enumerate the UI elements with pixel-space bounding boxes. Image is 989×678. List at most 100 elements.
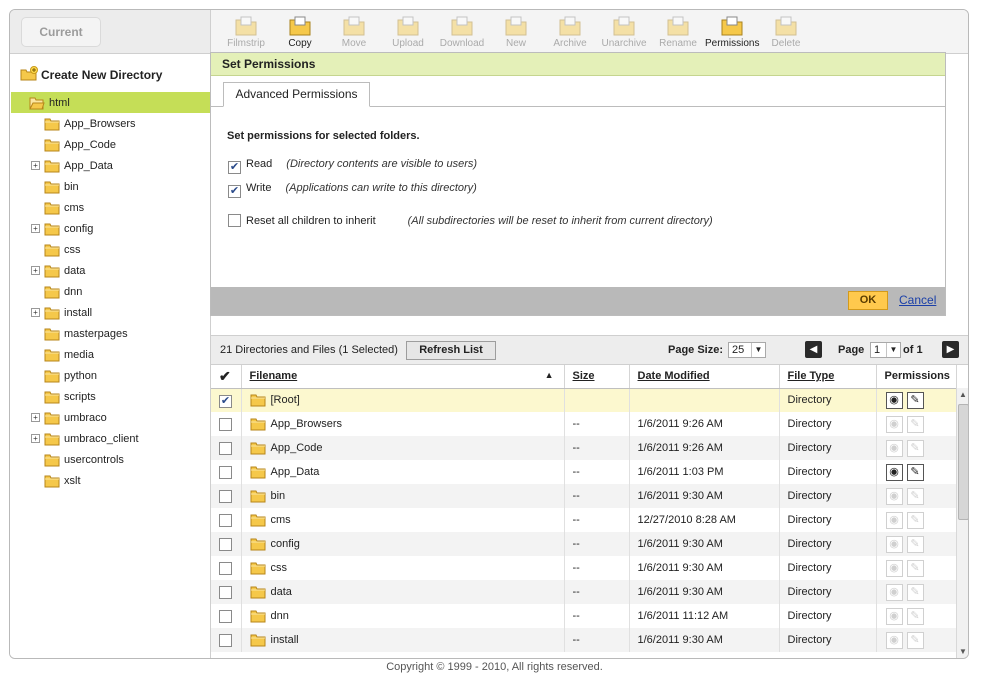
read-permission-eye-icon[interactable]: ◉ — [885, 463, 903, 481]
row-checkbox[interactable] — [219, 465, 232, 479]
read-permission-eye-icon[interactable]: ◉ — [885, 391, 903, 409]
read-permission-eye-icon[interactable]: ◉ — [885, 535, 903, 553]
scroll-up-icon[interactable]: ▲ — [959, 390, 967, 399]
filename-cell[interactable]: dnn — [241, 604, 565, 628]
table-row[interactable]: App_Data -- 1/6/2011 1:03 PM Directory ◉ ✎ — [211, 460, 957, 484]
tree-item-media[interactable]: media — [44, 346, 94, 366]
toolbar-copy-button[interactable]: Copy — [273, 13, 327, 53]
size-column-header[interactable]: Size — [564, 365, 630, 389]
tree-root-html[interactable]: html — [11, 92, 210, 113]
refresh-list-button[interactable]: Refresh List — [406, 341, 496, 360]
table-row[interactable]: dnn -- 1/6/2011 11:12 AM Directory ◉ ✎ — [211, 604, 957, 628]
table-row[interactable]: config -- 1/6/2011 9:30 AM Directory ◉ ✎ — [211, 532, 957, 556]
table-row[interactable]: css -- 1/6/2011 9:30 AM Directory ◉ ✎ — [211, 556, 957, 580]
tree-item-umbraco_client[interactable]: + umbraco_client — [31, 430, 139, 450]
filename-cell[interactable]: App_Browsers — [241, 412, 565, 436]
row-checkbox[interactable] — [219, 441, 232, 455]
write-permission-pencil-icon[interactable]: ✎ — [906, 559, 924, 577]
table-row[interactable]: App_Code -- 1/6/2011 9:26 AM Directory ◉ ✎ — [211, 436, 957, 460]
table-row[interactable]: App_Browsers -- 1/6/2011 9:26 AM Directory ◉… — [211, 412, 957, 436]
next-page-button[interactable]: ▶ — [942, 341, 959, 358]
filename-cell[interactable]: css — [241, 556, 565, 580]
tree-item-scripts[interactable]: scripts — [44, 388, 96, 408]
read-permission-eye-icon[interactable]: ◉ — [885, 439, 903, 457]
tree-item-app_data[interactable]: + App_Data — [31, 157, 113, 177]
cancel-link[interactable]: Cancel — [899, 293, 936, 307]
filename-cell[interactable]: data — [241, 580, 565, 604]
row-checkbox[interactable] — [219, 489, 232, 503]
toolbar-unarchive-button[interactable]: Unarchive — [597, 13, 651, 53]
page-size-select[interactable]: 25 ▼ — [728, 342, 766, 358]
expand-plus-icon[interactable]: + — [31, 161, 40, 170]
tree-item-dnn[interactable]: dnn — [44, 283, 82, 303]
tree-item-masterpages[interactable]: masterpages — [44, 325, 128, 345]
write-permission-pencil-icon[interactable]: ✎ — [906, 631, 924, 649]
table-row[interactable]: bin -- 1/6/2011 9:30 AM Directory ◉ ✎ — [211, 484, 957, 508]
read-permission-eye-icon[interactable]: ◉ — [885, 487, 903, 505]
read-permission-eye-icon[interactable]: ◉ — [885, 511, 903, 529]
toolbar-permissions-button[interactable]: Permissions — [705, 13, 759, 53]
tree-item-python[interactable]: python — [44, 367, 97, 387]
filename-cell[interactable]: install — [241, 628, 565, 652]
modified-column-header[interactable]: Date Modified — [629, 365, 780, 389]
select-all-header[interactable]: ✔ — [211, 365, 242, 389]
read-permission-eye-icon[interactable]: ◉ — [885, 415, 903, 433]
read-permission-eye-icon[interactable]: ◉ — [885, 607, 903, 625]
current-button[interactable]: Current — [21, 17, 101, 47]
toolbar-download-button[interactable]: Download — [435, 13, 489, 53]
read-permission-eye-icon[interactable]: ◉ — [885, 559, 903, 577]
write-permission-pencil-icon[interactable]: ✎ — [906, 535, 924, 553]
create-new-directory-button[interactable]: Create New Directory — [20, 66, 162, 82]
toolbar-move-button[interactable]: Move — [327, 13, 381, 53]
previous-page-button[interactable]: ◀ — [805, 341, 822, 358]
table-row[interactable]: install -- 1/6/2011 9:30 AM Directory ◉ ✎ — [211, 628, 957, 652]
tree-item-install[interactable]: + install — [31, 304, 92, 324]
filename-cell[interactable]: config — [241, 532, 565, 556]
filename-cell[interactable]: App_Data — [241, 460, 565, 484]
expand-plus-icon[interactable]: + — [31, 266, 40, 275]
row-checkbox[interactable] — [219, 609, 232, 623]
row-checkbox[interactable] — [219, 633, 232, 647]
tree-item-cms[interactable]: cms — [44, 199, 84, 219]
read-permission-eye-icon[interactable]: ◉ — [885, 583, 903, 601]
tree-item-config[interactable]: + config — [31, 220, 93, 240]
scroll-down-icon[interactable]: ▼ — [959, 647, 967, 656]
toolbar-new-button[interactable]: New — [489, 13, 543, 53]
filename-cell[interactable]: bin — [241, 484, 565, 508]
tree-item-app_code[interactable]: App_Code — [44, 136, 116, 156]
write-permission-pencil-icon[interactable]: ✎ — [906, 463, 924, 481]
scrollbar-thumb[interactable] — [958, 404, 968, 520]
expand-plus-icon[interactable]: + — [31, 413, 40, 422]
write-checkbox[interactable]: ✔ — [228, 185, 241, 198]
write-permission-pencil-icon[interactable]: ✎ — [906, 607, 924, 625]
row-checkbox[interactable]: ✔ — [219, 395, 232, 409]
ok-button[interactable]: OK — [848, 291, 888, 310]
filename-cell[interactable]: App_Code — [241, 436, 565, 460]
write-permission-pencil-icon[interactable]: ✎ — [906, 391, 924, 409]
toolbar-upload-button[interactable]: Upload — [381, 13, 435, 53]
row-checkbox[interactable] — [219, 537, 232, 551]
filename-column-header[interactable]: Filename ▲ — [241, 365, 565, 389]
row-checkbox[interactable] — [219, 513, 232, 527]
row-checkbox[interactable] — [219, 561, 232, 575]
tab-advanced-permissions[interactable]: Advanced Permissions — [223, 82, 370, 107]
expand-plus-icon[interactable]: + — [31, 308, 40, 317]
table-row[interactable]: data -- 1/6/2011 9:30 AM Directory ◉ ✎ — [211, 580, 957, 604]
table-row[interactable]: cms -- 12/27/2010 8:28 AM Directory ◉ ✎ — [211, 508, 957, 532]
expand-plus-icon[interactable]: + — [31, 224, 40, 233]
vertical-scrollbar[interactable]: ▲ ▼ — [956, 388, 968, 658]
tree-item-app_browsers[interactable]: App_Browsers — [44, 115, 136, 135]
row-checkbox[interactable] — [219, 585, 232, 599]
toolbar-filmstrip-button[interactable]: Filmstrip — [219, 13, 273, 53]
read-permission-eye-icon[interactable]: ◉ — [885, 631, 903, 649]
toolbar-rename-button[interactable]: Rename — [651, 13, 705, 53]
read-checkbox[interactable]: ✔ — [228, 161, 241, 174]
type-column-header[interactable]: File Type — [779, 365, 877, 389]
write-permission-pencil-icon[interactable]: ✎ — [906, 583, 924, 601]
tree-item-xslt[interactable]: xslt — [44, 472, 81, 492]
toolbar-archive-button[interactable]: Archive — [543, 13, 597, 53]
row-checkbox[interactable] — [219, 417, 232, 431]
page-select[interactable]: 1 ▼ — [870, 342, 901, 358]
tree-item-data[interactable]: + data — [31, 262, 85, 282]
filename-cell[interactable]: cms — [241, 508, 565, 532]
